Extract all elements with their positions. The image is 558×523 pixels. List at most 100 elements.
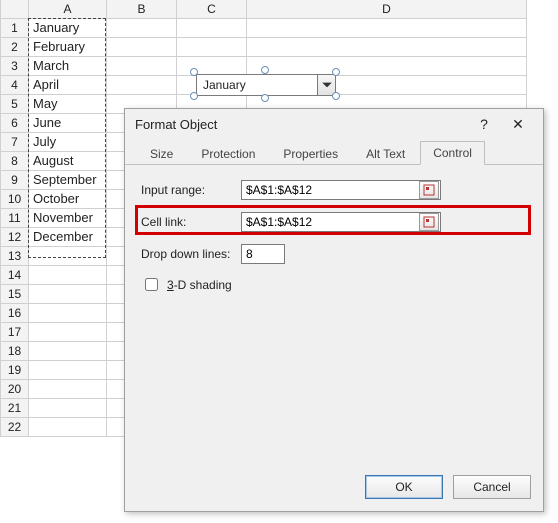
- cell[interactable]: [247, 56, 527, 75]
- row-header[interactable]: 9: [1, 170, 29, 189]
- cell-link-input[interactable]: [242, 215, 419, 229]
- cell[interactable]: [29, 398, 107, 417]
- row-header[interactable]: 17: [1, 322, 29, 341]
- resize-handle[interactable]: [261, 66, 269, 74]
- cell[interactable]: August: [29, 151, 107, 170]
- dropdown-arrow-icon[interactable]: [317, 75, 335, 95]
- corner-cell[interactable]: [1, 0, 29, 18]
- column-headers: A B C D: [1, 0, 527, 18]
- tab-alt-text[interactable]: Alt Text: [353, 142, 418, 165]
- format-object-dialog: Format Object ? ✕ Size Protection Proper…: [124, 108, 544, 512]
- row-header[interactable]: 11: [1, 208, 29, 227]
- row-header[interactable]: 12: [1, 227, 29, 246]
- cell[interactable]: [247, 18, 527, 37]
- row-header[interactable]: 1: [1, 18, 29, 37]
- row-header[interactable]: 18: [1, 341, 29, 360]
- col-header-c[interactable]: C: [177, 0, 247, 18]
- resize-handle[interactable]: [332, 68, 340, 76]
- cell[interactable]: [107, 75, 177, 94]
- range-picker-icon[interactable]: [419, 213, 439, 231]
- row-header[interactable]: 20: [1, 379, 29, 398]
- cell[interactable]: [29, 341, 107, 360]
- control-pane: Input range: Cell link: Drop down lines:: [125, 165, 543, 308]
- cell[interactable]: November: [29, 208, 107, 227]
- dropdown-value: January: [197, 78, 317, 92]
- cell[interactable]: [247, 37, 527, 56]
- cell[interactable]: [29, 284, 107, 303]
- row-header[interactable]: 10: [1, 189, 29, 208]
- row-header[interactable]: 4: [1, 75, 29, 94]
- cell[interactable]: [29, 360, 107, 379]
- cell[interactable]: February: [29, 37, 107, 56]
- row-header[interactable]: 3: [1, 56, 29, 75]
- row-header[interactable]: 6: [1, 113, 29, 132]
- cell-link-field[interactable]: [241, 212, 441, 232]
- row-header[interactable]: 2: [1, 37, 29, 56]
- tab-control[interactable]: Control: [420, 141, 485, 165]
- resize-handle[interactable]: [190, 92, 198, 100]
- row-header[interactable]: 13: [1, 246, 29, 265]
- dropdown-lines-label: Drop down lines:: [141, 247, 241, 261]
- cell-link-row: Cell link:: [141, 211, 527, 233]
- col-header-b[interactable]: B: [107, 0, 177, 18]
- dropdown-control[interactable]: January: [196, 74, 336, 96]
- tab-properties[interactable]: Properties: [270, 142, 351, 165]
- cell[interactable]: [29, 303, 107, 322]
- row-header[interactable]: 15: [1, 284, 29, 303]
- cell[interactable]: October: [29, 189, 107, 208]
- cell[interactable]: September: [29, 170, 107, 189]
- help-button[interactable]: ?: [467, 112, 501, 136]
- close-button[interactable]: ✕: [501, 112, 535, 136]
- cell[interactable]: [29, 379, 107, 398]
- col-header-a[interactable]: A: [29, 0, 107, 18]
- tab-size[interactable]: Size: [137, 142, 186, 165]
- input-range-input[interactable]: [242, 183, 419, 197]
- shading-label: 3-D shading: [167, 278, 232, 292]
- col-header-d[interactable]: D: [247, 0, 527, 18]
- cell[interactable]: [29, 246, 107, 265]
- dropdown-lines-input[interactable]: [242, 247, 405, 261]
- range-picker-icon[interactable]: [419, 181, 439, 199]
- input-range-row: Input range:: [141, 179, 527, 201]
- dialog-title: Format Object: [135, 117, 467, 132]
- tab-protection[interactable]: Protection: [188, 142, 268, 165]
- cell[interactable]: [29, 417, 107, 436]
- row-header[interactable]: 5: [1, 94, 29, 113]
- cell[interactable]: [177, 37, 247, 56]
- cell[interactable]: [107, 37, 177, 56]
- resize-handle[interactable]: [332, 92, 340, 100]
- cell[interactable]: July: [29, 132, 107, 151]
- row-header[interactable]: 16: [1, 303, 29, 322]
- cell[interactable]: January: [29, 18, 107, 37]
- row-header[interactable]: 22: [1, 417, 29, 436]
- cell[interactable]: May: [29, 94, 107, 113]
- cell[interactable]: [29, 322, 107, 341]
- cell[interactable]: December: [29, 227, 107, 246]
- ok-button[interactable]: OK: [365, 475, 443, 499]
- cancel-button[interactable]: Cancel: [453, 475, 531, 499]
- cell-link-label: Cell link:: [141, 215, 241, 229]
- cell[interactable]: [107, 18, 177, 37]
- dropdown-lines-field[interactable]: [241, 244, 285, 264]
- input-range-label: Input range:: [141, 183, 241, 197]
- cell[interactable]: [29, 265, 107, 284]
- row-header[interactable]: 7: [1, 132, 29, 151]
- row-header[interactable]: 19: [1, 360, 29, 379]
- resize-handle[interactable]: [190, 68, 198, 76]
- cell[interactable]: [107, 56, 177, 75]
- cell[interactable]: March: [29, 56, 107, 75]
- dropdown-lines-row: Drop down lines:: [141, 243, 527, 265]
- row-header[interactable]: 21: [1, 398, 29, 417]
- cell[interactable]: April: [29, 75, 107, 94]
- row-header[interactable]: 14: [1, 265, 29, 284]
- resize-handle[interactable]: [261, 94, 269, 102]
- dialog-buttons: OK Cancel: [365, 475, 531, 499]
- shading-checkbox[interactable]: [145, 278, 158, 291]
- dialog-titlebar[interactable]: Format Object ? ✕: [125, 109, 543, 139]
- dialog-tabs: Size Protection Properties Alt Text Cont…: [125, 139, 543, 165]
- cell[interactable]: [177, 18, 247, 37]
- cell[interactable]: June: [29, 113, 107, 132]
- row-header[interactable]: 8: [1, 151, 29, 170]
- input-range-field[interactable]: [241, 180, 441, 200]
- cell[interactable]: [177, 56, 247, 75]
